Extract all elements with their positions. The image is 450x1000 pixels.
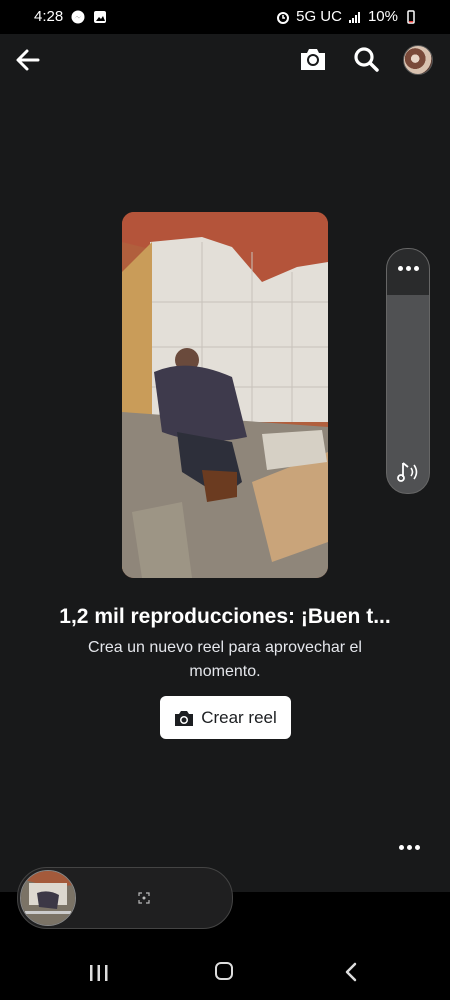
side-panel-more[interactable] bbox=[387, 249, 429, 295]
sound-icon[interactable] bbox=[395, 459, 421, 485]
status-left: 4:28 bbox=[34, 8, 107, 25]
back-arrow-icon[interactable] bbox=[14, 46, 42, 74]
back-icon[interactable] bbox=[343, 962, 359, 982]
more-horizontal-icon bbox=[397, 845, 421, 850]
reel-side-panel bbox=[386, 248, 430, 494]
mini-player-thumbnail bbox=[20, 870, 76, 926]
signal-icon bbox=[348, 11, 360, 23]
system-nav-bar bbox=[0, 940, 450, 1000]
status-time: 4:28 bbox=[34, 8, 64, 25]
create-reel-label: Crear reel bbox=[201, 707, 277, 727]
status-right: 5G UC 10% bbox=[276, 8, 418, 25]
reel-subtitle: Crea un nuevo reel para aprovechar el mo… bbox=[88, 639, 362, 680]
create-reel-button[interactable]: Crear reel bbox=[160, 696, 291, 739]
app-bar bbox=[0, 34, 450, 86]
focus-icon[interactable] bbox=[138, 892, 150, 904]
profile-avatar[interactable] bbox=[403, 45, 433, 75]
home-icon[interactable] bbox=[215, 962, 233, 980]
battery-icon bbox=[407, 9, 415, 24]
alarm-icon bbox=[277, 11, 290, 24]
network-label: 5G UC bbox=[296, 8, 342, 25]
status-bar: 4:28 5G UC 10% bbox=[0, 0, 450, 34]
mini-player[interactable] bbox=[17, 867, 233, 929]
camera-icon[interactable] bbox=[298, 44, 328, 74]
more-horizontal-icon bbox=[387, 266, 429, 271]
battery-label: 10% bbox=[367, 8, 398, 25]
camera-icon bbox=[175, 710, 194, 726]
video-thumbnail[interactable] bbox=[122, 212, 328, 578]
more-options-button[interactable] bbox=[397, 845, 421, 857]
search-icon[interactable] bbox=[352, 45, 380, 73]
gallery-icon bbox=[94, 10, 107, 23]
recents-icon[interactable] bbox=[88, 964, 110, 982]
reel-title: 1,2 mil reproducciones: ¡Buen t... bbox=[59, 605, 391, 628]
messenger-icon bbox=[71, 10, 85, 23]
thumbnail-image bbox=[122, 212, 328, 578]
